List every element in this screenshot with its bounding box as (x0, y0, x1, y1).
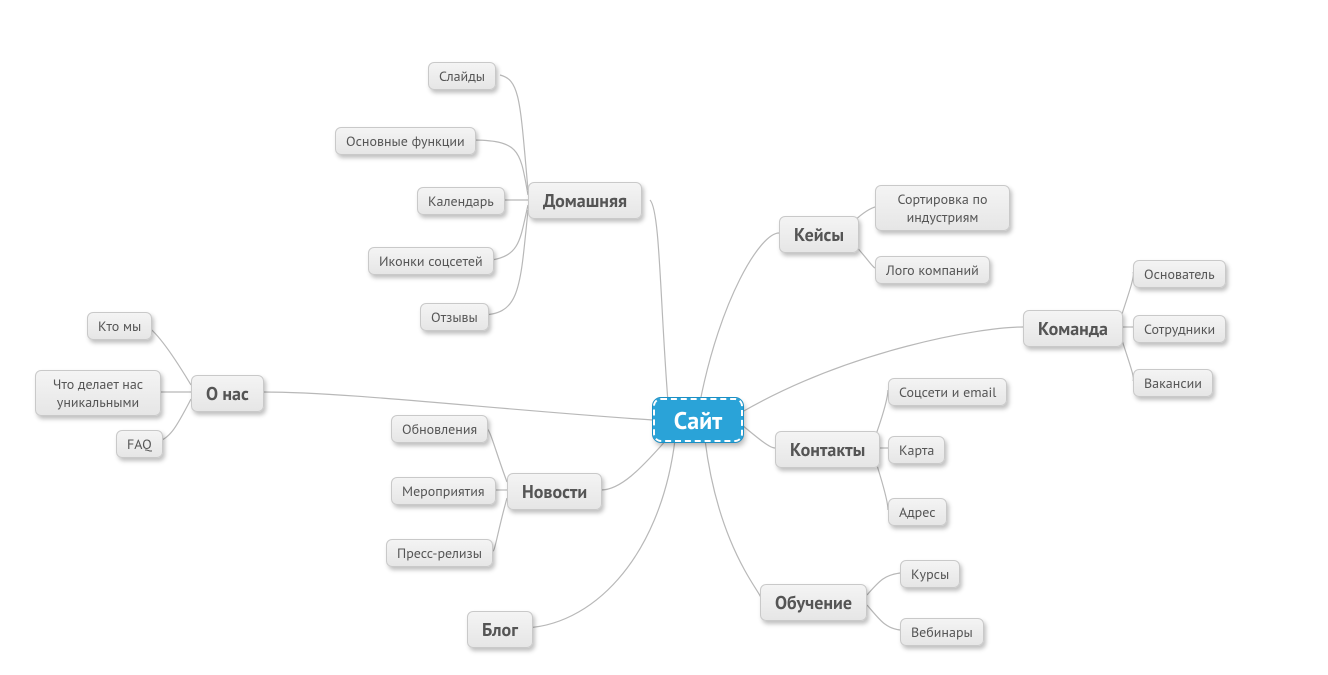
leaf-label: Иконки соцсетей (379, 252, 483, 270)
leaf-contacts-0[interactable]: Соцсети и email (888, 378, 1007, 406)
leaf-label: Календарь (428, 192, 494, 210)
leaf-home-2[interactable]: Календарь (417, 187, 505, 215)
branch-home[interactable]: Домашняя (528, 182, 642, 219)
branch-news-label: Новости (522, 480, 587, 503)
branch-team[interactable]: Команда (1023, 310, 1123, 347)
leaf-about-2[interactable]: FAQ (116, 430, 163, 458)
leaf-label: Обновления (402, 420, 477, 438)
leaf-home-3[interactable]: Иконки соцсетей (368, 247, 494, 275)
root-node[interactable]: Сайт (653, 398, 743, 442)
leaf-label: Сотрудники (1144, 320, 1215, 338)
leaf-label: Сортировка по индустриям (897, 190, 987, 226)
branch-blog[interactable]: Блог (467, 611, 533, 648)
leaf-label: Пресс-релизы (397, 544, 482, 562)
leaf-home-4[interactable]: Отзывы (420, 303, 489, 331)
leaf-label: Вебинары (911, 623, 973, 641)
branch-about[interactable]: О нас (191, 375, 264, 412)
branch-news[interactable]: Новости (507, 473, 602, 510)
leaf-cases-0[interactable]: Сортировка по индустриям (875, 185, 1010, 231)
leaf-team-1[interactable]: Сотрудники (1133, 315, 1226, 343)
leaf-label: Основные функции (346, 132, 465, 150)
branch-team-label: Команда (1038, 317, 1108, 340)
leaf-label: Карта (899, 441, 934, 459)
leaf-learn-1[interactable]: Вебинары (900, 618, 984, 646)
branch-about-label: О нас (206, 382, 249, 405)
branch-contacts-label: Контакты (790, 438, 865, 461)
leaf-team-2[interactable]: Вакансии (1133, 369, 1213, 397)
branch-contacts[interactable]: Контакты (775, 431, 880, 468)
leaf-news-2[interactable]: Пресс-релизы (386, 539, 493, 567)
leaf-contacts-2[interactable]: Адрес (888, 498, 947, 526)
leaf-label: Кто мы (98, 317, 141, 335)
leaf-about-0[interactable]: Кто мы (87, 312, 152, 340)
leaf-label: Лого компаний (886, 261, 979, 279)
leaf-learn-0[interactable]: Курсы (900, 560, 960, 588)
leaf-label: Соцсети и email (899, 383, 996, 401)
mindmap-canvas: Сайт Домашняя Слайды Основные функции Ка… (0, 0, 1328, 675)
branch-cases-label: Кейсы (794, 223, 844, 246)
branch-learn-label: Обучение (775, 591, 852, 614)
branch-blog-label: Блог (482, 618, 518, 641)
leaf-label: FAQ (127, 435, 152, 453)
branch-learn[interactable]: Обучение (760, 584, 867, 621)
leaf-label: Курсы (911, 565, 949, 583)
leaf-label: Что делает нас уникальными (53, 375, 143, 411)
leaf-label: Основатель (1144, 265, 1215, 283)
connectors-layer (0, 0, 1328, 675)
leaf-label: Отзывы (431, 308, 478, 326)
leaf-news-1[interactable]: Мероприятия (391, 477, 496, 505)
leaf-home-1[interactable]: Основные функции (335, 127, 476, 155)
leaf-home-0[interactable]: Слайды (428, 62, 496, 90)
branch-home-label: Домашняя (543, 189, 627, 212)
root-label: Сайт (674, 405, 722, 436)
branch-cases[interactable]: Кейсы (779, 216, 859, 253)
leaf-contacts-1[interactable]: Карта (888, 436, 945, 464)
leaf-label: Слайды (439, 67, 485, 85)
leaf-cases-1[interactable]: Лого компаний (875, 256, 990, 284)
leaf-news-0[interactable]: Обновления (391, 415, 488, 443)
leaf-team-0[interactable]: Основатель (1133, 260, 1226, 288)
leaf-label: Мероприятия (402, 482, 485, 500)
leaf-label: Адрес (899, 503, 936, 521)
leaf-about-1[interactable]: Что делает нас уникальными (35, 370, 161, 416)
leaf-label: Вакансии (1144, 374, 1202, 392)
